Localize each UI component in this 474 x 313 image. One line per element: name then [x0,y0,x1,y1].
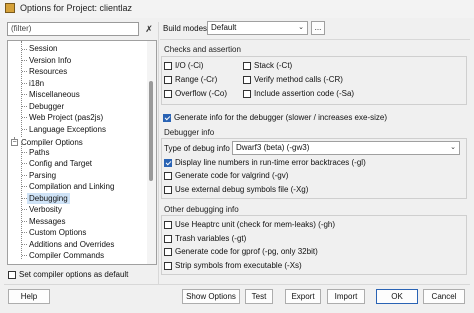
set-default-label: Set compiler options as default [19,270,129,279]
set-default-checkbox[interactable] [8,271,16,279]
range-label: Range (-Cr) [175,75,218,84]
splitter[interactable] [158,22,159,284]
stack-checkbox[interactable] [243,62,251,70]
footer-divider [4,284,470,285]
line-numbers-checkbox[interactable] [164,159,172,167]
trash-variables-checkbox[interactable] [164,235,172,243]
tree-item-verbosity[interactable]: Verbosity [29,204,62,215]
tree-tick [22,152,27,153]
filter-input[interactable]: (filter) [7,22,139,36]
valgrind-checkbox[interactable] [164,172,172,180]
window-title: Options for Project: clientlaz [20,3,133,13]
title-bar: Options for Project: clientlaz [0,0,474,18]
other-debugging-section-title: Other debugging info [164,205,239,214]
strip-symbols-label: Strip symbols from executable (-Xs) [175,261,302,270]
checks-section-title: Checks and assertion [164,45,241,54]
tree-tick [22,255,27,256]
gprof-label: Generate code for gprof (-pg, only 32bit… [175,247,318,256]
tree-item-resources[interactable]: Resources [29,66,67,77]
tree-tick [22,117,27,118]
tree-tick [22,71,27,72]
clear-filter-icon[interactable]: ✗ [142,22,156,36]
tree-item-custom-options[interactable]: Custom Options [29,227,86,238]
tree-tick [22,221,27,222]
external-debug-symbols-checkbox[interactable] [164,186,172,194]
verify-method-calls-checkbox[interactable] [243,76,251,84]
tree-item-compiler-commands[interactable]: Compiler Commands [29,250,104,261]
tree-item-debugger[interactable]: Debugger [29,101,64,112]
tree-item-version-info[interactable]: Version Info [29,55,71,66]
tree-tick [22,209,27,210]
tree-item-i18n[interactable]: i18n [29,78,44,89]
tree-scrollbar[interactable] [147,41,156,264]
io-label: I/O (-Ci) [175,61,204,70]
tree-item-paths[interactable]: Paths [29,147,49,158]
test-button[interactable]: Test [245,289,273,304]
debug-type-value: Dwarf3 (beta) (-gw3) [236,143,310,152]
tree-tick [22,186,27,187]
export-button[interactable]: Export [285,289,321,304]
tree-tick [22,49,27,50]
cancel-button[interactable]: Cancel [423,289,465,304]
debug-type-label: Type of debug info [164,144,230,153]
generate-debug-info-checkbox[interactable] [163,114,171,122]
overflow-label: Overflow (-Co) [175,89,228,98]
app-icon [5,3,15,13]
tree-item-config-and-target[interactable]: Config and Target [29,158,92,169]
gprof-checkbox[interactable] [164,248,172,256]
stack-label: Stack (-Ct) [254,61,293,70]
tree-tick [22,175,27,176]
tree-tick [22,232,27,233]
heaptrc-label: Use Heaptrc unit (check for mem-leaks) (… [175,220,336,229]
range-checkbox[interactable] [164,76,172,84]
tree-item-messages[interactable]: Messages [29,216,65,227]
tree-item-compilation-and-linking[interactable]: Compilation and Linking [29,181,114,192]
tree-item-debugging[interactable]: Debugging [27,193,70,204]
options-tree[interactable]: Session Version Info Resources i18n Misc… [7,40,157,265]
generate-debug-info-label: Generate info for the debugger (slower /… [174,113,387,122]
line-numbers-label: Display line numbers in run-time error b… [175,158,366,167]
help-button[interactable]: Help [8,289,50,304]
tree-item-language-exceptions[interactable]: Language Exceptions [29,124,106,135]
chevron-down-icon: ⌄ [298,24,304,31]
verify-method-calls-label: Verify method calls (-CR) [254,75,343,84]
tree-tick [22,94,27,95]
valgrind-label: Generate code for valgrind (-gv) [175,171,289,180]
tree-item-miscellaneous[interactable]: Miscellaneous [29,89,80,100]
assertion-checkbox[interactable] [243,90,251,98]
header-divider [160,39,470,40]
chevron-down-icon: ⌄ [450,144,456,151]
build-modes-value: Default [211,23,237,32]
trash-variables-label: Trash variables (-gt) [175,234,247,243]
tree-item-additions-and-overrides[interactable]: Additions and Overrides [29,239,114,250]
heaptrc-checkbox[interactable] [164,221,172,229]
tree-tick [22,106,27,107]
debug-type-combo[interactable]: Dwarf3 (beta) (-gw3) ⌄ [232,141,460,155]
collapse-icon[interactable]: − [11,139,18,146]
import-button[interactable]: Import [327,289,365,304]
tree-tick [22,83,27,84]
show-options-button[interactable]: Show Options [182,289,240,304]
build-modes-edit-button[interactable]: ... [311,21,325,35]
strip-symbols-checkbox[interactable] [164,262,172,270]
ok-button[interactable]: OK [376,289,418,304]
tree-tick [22,244,27,245]
tree-item-web-project[interactable]: Web Project (pas2js) [29,112,103,123]
assertion-label: Include assertion code (-Sa) [254,89,355,98]
scrollbar-thumb[interactable] [149,81,153,181]
tree-item-parsing[interactable]: Parsing [29,170,56,181]
io-checkbox[interactable] [164,62,172,70]
debugger-info-section-title: Debugger info [164,128,215,137]
tree-item-session[interactable]: Session [29,43,57,54]
external-debug-symbols-label: Use external debug symbols file (-Xg) [175,185,309,194]
overflow-checkbox[interactable] [164,90,172,98]
tree-guide [21,144,22,259]
build-modes-combo[interactable]: Default ⌄ [207,21,308,35]
tree-tick [22,129,27,130]
tree-tick [22,60,27,61]
tree-tick [22,163,27,164]
build-modes-label: Build modes [163,24,208,33]
tree-guide [21,41,22,137]
